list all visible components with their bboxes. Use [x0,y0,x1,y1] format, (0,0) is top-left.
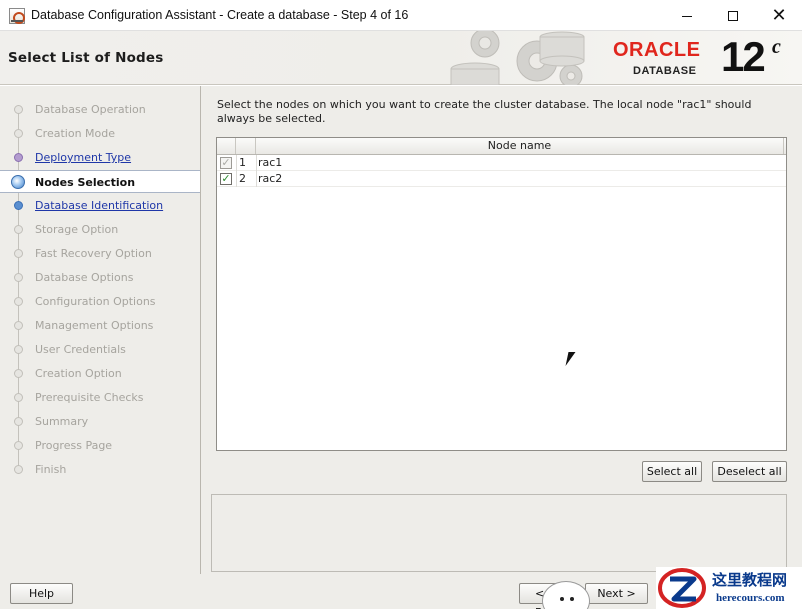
close-button[interactable]: ✕ [756,0,802,31]
step-marker-icon [14,105,23,114]
step-marker-icon [14,465,23,474]
sidebar-step-database-operation: Database Operation [0,98,200,121]
step-marker-icon [14,297,23,306]
step-label: Database Options [35,271,134,284]
version-suffix: c [772,36,781,58]
sidebar-step-progress-page: Progress Page [0,434,200,457]
table-row[interactable]: ✓ 1 rac1 [217,155,786,171]
step-marker-icon [14,393,23,402]
column-divider [236,155,237,187]
page-title: Select List of Nodes [8,50,164,66]
step-marker-icon [14,153,23,162]
step-label: Creation Mode [35,127,116,140]
row-number: 1 [239,156,246,169]
watermark-logo-icon [658,568,706,608]
steps-sidebar: Database Operation Creation Mode Deploymen… [0,86,201,574]
nodes-table[interactable]: Node name ✓ 1 rac1 ✓ 2 rac2 [216,137,787,451]
close-icon: ✕ [771,4,787,26]
step-marker-icon [14,249,23,258]
step-label: Finish [35,463,67,476]
step-label: Database Operation [35,103,146,116]
step-marker-icon [14,369,23,378]
window-title: Database Configuration Assistant - Creat… [31,8,409,22]
gears-graphic-icon [450,31,585,85]
step-marker-icon [11,175,25,189]
step-marker-icon [14,417,23,426]
step-label: Summary [35,415,89,428]
deselect-all-button[interactable]: Deselect all [712,461,787,482]
watermark-url: herecours.com [716,592,785,604]
mascot-eye-icon [570,597,574,601]
next-button[interactable]: Next > [585,583,648,604]
step-label: Creation Option [35,367,122,380]
sidebar-step-storage-option: Storage Option [0,218,200,241]
column-divider [256,155,257,187]
step-label: Storage Option [35,223,119,236]
sidebar-step-user-credentials: User Credentials [0,338,200,361]
step-marker-icon [14,273,23,282]
sidebar-step-finish: Finish [0,458,200,481]
help-button[interactable]: Help [10,583,73,604]
sidebar-step-configuration-options: Configuration Options [0,290,200,313]
step-marker-icon [14,345,23,354]
step-label[interactable]: Deployment Type [35,151,131,164]
sidebar-step-fast-recovery-option: Fast Recovery Option [0,242,200,265]
table-header: Node name [217,138,786,155]
sidebar-step-creation-mode: Creation Mode [0,122,200,145]
sidebar-step-deployment-type[interactable]: Deployment Type [0,146,200,169]
sidebar-step-summary: Summary [0,410,200,433]
step-label: Configuration Options [35,295,156,308]
select-all-label: Select all [646,465,698,478]
step-label: Progress Page [35,439,113,452]
minimize-icon [682,16,692,17]
step-marker-icon [14,129,23,138]
oracle-brand: ORACLE [613,39,701,61]
row-number: 2 [239,172,246,185]
minimize-button[interactable] [664,0,710,31]
maximize-icon [728,10,738,21]
step-marker-icon [14,441,23,450]
step-marker-icon [14,225,23,234]
step-label: Management Options [35,319,154,332]
window-titlebar: Database Configuration Assistant - Creat… [0,0,802,31]
oracle-logo: ORACLE DATABASE [613,39,701,77]
deselect-all-label: Deselect all [717,465,782,478]
watermark: 这里教程网 herecours.com [656,567,802,609]
version-number: 12 [721,33,766,80]
maximize-button[interactable] [710,0,756,31]
sidebar-step-database-options: Database Options [0,266,200,289]
step-label: Fast Recovery Option [35,247,152,260]
column-header-check[interactable] [217,138,236,154]
mascot-eye-icon [560,597,564,601]
step-label: User Credentials [35,343,126,356]
node-checkbox[interactable]: ✓ [220,173,232,185]
sidebar-step-database-identification[interactable]: Database Identification [0,194,200,217]
step-marker-icon [14,201,23,210]
next-label: Next > [597,587,636,600]
app-icon [9,8,25,24]
node-name: rac2 [258,172,283,185]
column-header-number[interactable] [236,138,256,154]
sidebar-step-management-options: Management Options [0,314,200,337]
watermark-title: 这里教程网 [712,571,788,589]
sidebar-step-creation-option: Creation Option [0,362,200,385]
main-content: Select the nodes on which you want to cr… [201,86,802,574]
step-label: Prerequisite Checks [35,391,144,404]
node-name: rac1 [258,156,283,169]
column-header-node-name[interactable]: Node name [256,138,784,154]
oracle-product: DATABASE [633,65,697,77]
select-all-button[interactable]: Select all [642,461,702,482]
message-panel [211,494,787,572]
node-checkbox-disabled: ✓ [220,156,232,169]
table-row[interactable]: ✓ 2 rac2 [217,171,786,187]
step-label: Nodes Selection [35,176,136,189]
header-banner: Select List of Nodes ORACLE DATABASE 12 … [0,31,802,85]
instructions-text: Select the nodes on which you want to cr… [217,98,752,125]
sidebar-step-prerequisite-checks: Prerequisite Checks [0,386,200,409]
step-label[interactable]: Database Identification [35,199,163,212]
step-marker-icon [14,321,23,330]
help-label: Help [28,587,55,600]
sidebar-step-nodes-selection: Nodes Selection [0,170,200,193]
